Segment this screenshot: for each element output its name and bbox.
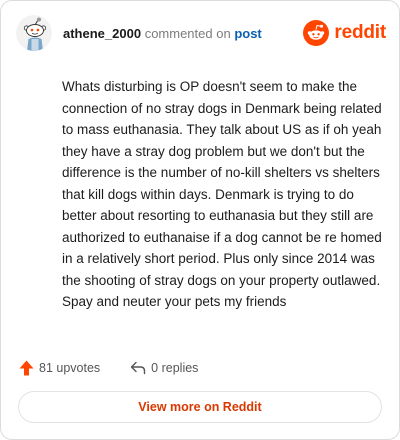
snoo-avatar-icon <box>16 15 52 51</box>
byline-verb: commented on <box>144 26 231 41</box>
upvotes-count: 81 upvotes <box>39 361 101 375</box>
upvote-arrow-icon <box>19 360 34 376</box>
comment-body: Whats disturbing is OP doesn't seem to m… <box>62 79 382 309</box>
reply-arrow-icon <box>130 361 146 375</box>
replies-count: 0 replies <box>151 361 199 375</box>
post-link[interactable]: post <box>234 26 261 41</box>
username-link[interactable]: athene_2000 <box>63 26 141 41</box>
upvotes-stat[interactable]: 81 upvotes <box>19 360 100 376</box>
reddit-wordmark: reddit <box>334 22 386 43</box>
comment-byline: athene_2000 commented on post <box>63 26 262 41</box>
comment-header: athene_2000 commented on post reddit <box>16 13 386 55</box>
reddit-brand[interactable]: reddit <box>303 19 386 47</box>
user-avatar[interactable] <box>16 15 52 51</box>
comment-footer: 81 upvotes 0 replies <box>19 358 198 378</box>
view-more-button[interactable]: View more on Reddit <box>18 391 382 423</box>
reddit-logo-icon <box>303 20 330 46</box>
embedded-comment-card: athene_2000 commented on post reddit Wha… <box>0 0 400 440</box>
replies-stat[interactable]: 0 replies <box>130 361 198 375</box>
